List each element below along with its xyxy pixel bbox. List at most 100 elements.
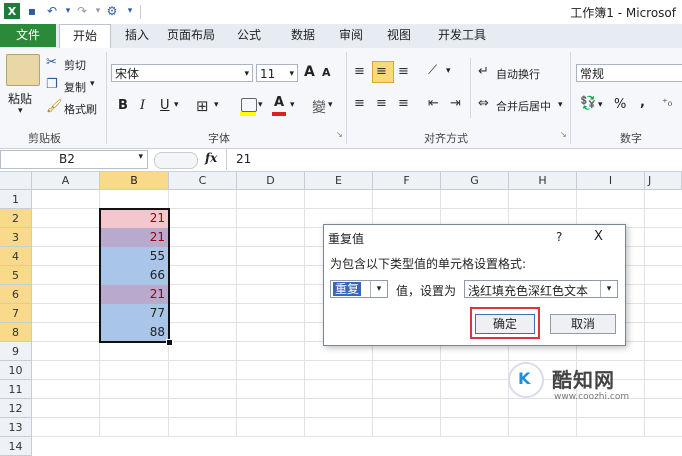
tab-review[interactable]: 审阅 — [330, 24, 372, 47]
row-header[interactable]: 13 — [0, 418, 32, 437]
formula-bar-resize-handle[interactable] — [154, 152, 198, 169]
column-header-j[interactable]: J — [645, 172, 682, 190]
paste-button-label[interactable]: 粘贴 — [8, 90, 32, 107]
cancel-button[interactable]: 取消 — [550, 314, 616, 334]
undo-icon[interactable]: ↶ — [44, 3, 60, 19]
align-bottom-icon[interactable]: ≡ — [398, 64, 409, 79]
redo-icon[interactable]: ↷ — [74, 3, 90, 19]
increase-decimal-icon[interactable]: ⁺₀ — [662, 96, 672, 109]
copy-dropdown-icon[interactable]: ▾ — [90, 79, 95, 89]
tab-developer[interactable]: 开发工具 — [430, 24, 494, 47]
column-header-e[interactable]: E — [305, 172, 373, 190]
row-header[interactable]: 8 — [0, 323, 32, 342]
paste-icon[interactable] — [6, 54, 40, 86]
close-button[interactable]: X — [594, 229, 603, 244]
row-header[interactable]: 1 — [0, 190, 32, 209]
orientation-icon[interactable]: ⟋ — [428, 63, 437, 78]
align-center-icon[interactable]: ≡ — [376, 96, 387, 111]
insert-function-button[interactable]: fx — [205, 151, 217, 165]
row-header[interactable]: 2 — [0, 209, 32, 228]
font-name-combo[interactable]: 宋体 ▾ — [111, 64, 253, 82]
merge-center-button[interactable]: 合并后居中 — [496, 98, 551, 114]
alignment-dialog-launcher-icon[interactable]: ↘ — [560, 130, 567, 139]
cut-button[interactable]: 剪切 — [64, 57, 86, 73]
underline-dropdown-icon[interactable]: ▾ — [174, 100, 179, 110]
percent-style-button[interactable]: % — [614, 97, 626, 112]
select-all-corner[interactable] — [0, 172, 32, 190]
grow-font-button[interactable]: A — [304, 64, 315, 80]
copy-button[interactable]: 复制 — [64, 79, 86, 95]
font-color-icon[interactable]: A — [274, 95, 284, 110]
number-format-combo[interactable]: 常规 — [576, 64, 682, 82]
borders-dropdown-icon[interactable]: ▾ — [214, 100, 219, 110]
wrap-text-button[interactable]: 自动换行 — [496, 66, 540, 82]
row-header[interactable]: 4 — [0, 247, 32, 266]
merge-center-icon[interactable]: ⇔ — [478, 96, 489, 111]
help-button[interactable]: ? — [556, 230, 562, 244]
row-header[interactable]: 9 — [0, 342, 32, 361]
tab-formulas[interactable]: 公式 — [228, 24, 270, 47]
column-header-d[interactable]: D — [237, 172, 305, 190]
wrap-text-icon[interactable]: ↵ — [478, 64, 489, 79]
font-dialog-launcher-icon[interactable]: ↘ — [336, 130, 343, 139]
ok-button[interactable]: 确定 — [475, 314, 535, 334]
save-icon[interactable]: ▪ — [24, 3, 40, 19]
chevron-down-icon[interactable]: ▾ — [600, 281, 617, 297]
tab-data[interactable]: 数据 — [282, 24, 324, 47]
format-painter-icon[interactable]: 🖌 — [46, 99, 63, 114]
merge-dropdown-icon[interactable]: ▾ — [558, 100, 563, 110]
column-header-a[interactable]: A — [32, 172, 100, 190]
fill-color-icon[interactable] — [241, 98, 257, 112]
row-header[interactable]: 6 — [0, 285, 32, 304]
shrink-font-button[interactable]: A — [322, 66, 331, 79]
format-select[interactable]: 浅红填充色深红色文本 ▾ — [464, 280, 618, 298]
tab-home[interactable]: 开始 — [59, 24, 111, 49]
increase-indent-icon[interactable]: ⇥ — [450, 96, 461, 111]
format-painter-button[interactable]: 格式刷 — [64, 101, 97, 117]
column-header-b[interactable]: B — [100, 172, 169, 190]
tab-insert[interactable]: 插入 — [116, 24, 158, 47]
row-header[interactable]: 14 — [0, 437, 32, 456]
accounting-dropdown-icon[interactable]: ▾ — [598, 100, 603, 110]
chevron-down-icon[interactable]: ▾ — [370, 281, 387, 297]
qat-more-icon[interactable]: ▾ — [122, 3, 138, 19]
fill-dropdown-icon[interactable]: ▾ — [258, 100, 263, 110]
scissors-icon[interactable]: ✂ — [46, 55, 57, 70]
chevron-down-icon[interactable]: ▾ — [138, 152, 143, 162]
align-right-icon[interactable]: ≡ — [398, 96, 409, 111]
comma-style-button[interactable]: , — [640, 95, 645, 110]
fill-handle[interactable] — [166, 339, 173, 346]
row-header[interactable]: 11 — [0, 380, 32, 399]
column-header-c[interactable]: C — [169, 172, 237, 190]
tab-page-layout[interactable]: 页面布局 — [160, 24, 222, 47]
tab-view[interactable]: 视图 — [378, 24, 420, 47]
italic-button[interactable]: I — [140, 98, 145, 113]
orientation-dropdown-icon[interactable]: ▾ — [446, 66, 451, 76]
accounting-format-icon[interactable]: 💱 — [580, 96, 596, 111]
name-box[interactable]: B2 ▾ — [0, 150, 148, 169]
tab-file[interactable]: 文件 — [0, 24, 56, 47]
row-header[interactable]: 5 — [0, 266, 32, 285]
column-header-i[interactable]: I — [577, 172, 645, 190]
font-color-dropdown-icon[interactable]: ▾ — [290, 100, 295, 110]
underline-button[interactable]: U — [160, 98, 170, 113]
formula-input[interactable]: 21 — [236, 152, 251, 166]
copy-icon[interactable]: ❐ — [46, 77, 58, 92]
row-header[interactable]: 10 — [0, 361, 32, 380]
row-header[interactable]: 7 — [0, 304, 32, 323]
borders-icon[interactable]: ⊞ — [196, 97, 209, 115]
row-header[interactable]: 12 — [0, 399, 32, 418]
align-top-icon[interactable]: ≡ — [354, 64, 365, 79]
paste-dropdown-icon[interactable]: ▾ — [18, 106, 23, 116]
phonetic-dropdown-icon[interactable]: ▾ — [328, 100, 333, 110]
column-header-g[interactable]: G — [441, 172, 509, 190]
font-size-combo[interactable]: 11 ▾ — [256, 64, 298, 82]
decrease-indent-icon[interactable]: ⇤ — [428, 96, 439, 111]
customize-icon[interactable]: ⚙ — [104, 3, 120, 19]
column-header-f[interactable]: F — [373, 172, 441, 190]
phonetic-icon[interactable]: 變 — [312, 97, 326, 117]
row-header[interactable]: 3 — [0, 228, 32, 247]
value-type-select[interactable]: 重复 ▾ — [330, 280, 388, 298]
align-left-icon[interactable]: ≡ — [354, 96, 365, 111]
bold-button[interactable]: B — [118, 98, 128, 113]
